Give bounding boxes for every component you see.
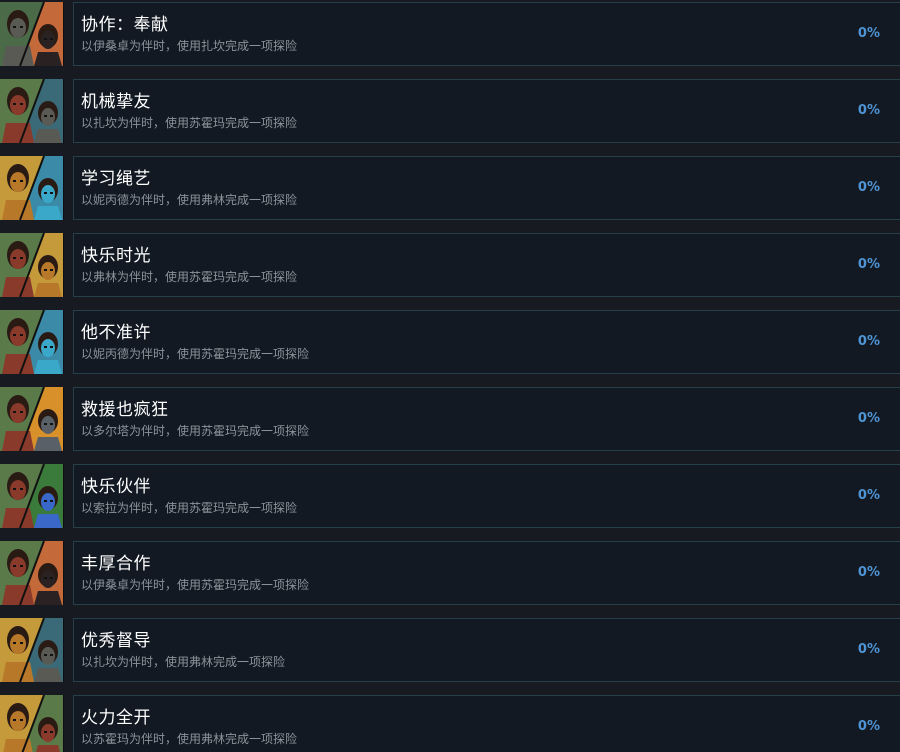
achievement-row[interactable]: 学习绳艺以妮丙德为伴时，使用弗林完成一项探险 0% bbox=[0, 156, 900, 222]
unlock-percentage: 0% bbox=[857, 180, 880, 195]
achievement-card: 丰厚合作以伊桑卓为伴时，使用苏霍玛完成一项探险 0% bbox=[73, 541, 900, 605]
achievement-card: 救援也疯狂以多尔塔为伴时，使用苏霍玛完成一项探险 0% bbox=[73, 387, 900, 451]
achievement-card: 机械挚友以扎坎为伴时，使用苏霍玛完成一项探险 0% bbox=[73, 79, 900, 143]
achievement-row[interactable]: 机械挚友以扎坎为伴时，使用苏霍玛完成一项探险 0% bbox=[0, 79, 900, 145]
unlock-percentage: 0% bbox=[857, 719, 880, 734]
achievement-title: 协作：奉献 bbox=[81, 15, 169, 35]
unlock-percentage: 0% bbox=[857, 257, 880, 272]
achievement-description: 以伊桑卓为伴时，使用扎坎完成一项探险 bbox=[81, 39, 298, 53]
achievement-title: 救援也疯狂 bbox=[81, 400, 169, 420]
achievement-description: 以扎坎为伴时，使用苏霍玛完成一项探险 bbox=[81, 116, 298, 130]
achievement-description: 以伊桑卓为伴时，使用苏霍玛完成一项探险 bbox=[81, 578, 310, 592]
unlock-percentage: 0% bbox=[857, 411, 880, 426]
achievement-title: 机械挚友 bbox=[81, 92, 151, 112]
achievement-description: 以多尔塔为伴时，使用苏霍玛完成一项探险 bbox=[81, 424, 310, 438]
suhoma-flynn-portrait-icon bbox=[0, 233, 64, 297]
suhoma-zakan-portrait-icon bbox=[0, 79, 64, 143]
achievement-row[interactable]: 他不准许以妮丙德为伴时，使用苏霍玛完成一项探险 0% bbox=[0, 310, 900, 376]
achievement-description: 以妮丙德为伴时，使用弗林完成一项探险 bbox=[81, 193, 298, 207]
achievement-card: 他不准许以妮丙德为伴时，使用苏霍玛完成一项探险 0% bbox=[73, 310, 900, 374]
achievement-title: 优秀督导 bbox=[81, 631, 151, 651]
flynn-suhoma-portrait-icon bbox=[0, 695, 64, 752]
suhoma-nibide-portrait-icon bbox=[0, 310, 64, 374]
unlock-percentage: 0% bbox=[857, 642, 880, 657]
achievement-title: 丰厚合作 bbox=[81, 554, 151, 574]
achievement-card: 快乐伙伴以索拉为伴时，使用苏霍玛完成一项探险 0% bbox=[73, 464, 900, 528]
achievement-title: 快乐伙伴 bbox=[81, 477, 151, 497]
achievement-card: 火力全开以苏霍玛为伴时，使用弗林完成一项探险 0% bbox=[73, 695, 900, 752]
unlock-percentage: 0% bbox=[857, 26, 880, 41]
achievement-card: 快乐时光以弗林为伴时，使用苏霍玛完成一项探险 0% bbox=[73, 233, 900, 297]
achievement-row[interactable]: 丰厚合作以伊桑卓为伴时，使用苏霍玛完成一项探险 0% bbox=[0, 541, 900, 607]
achievement-description: 以苏霍玛为伴时，使用弗林完成一项探险 bbox=[81, 732, 298, 746]
suhoma-isandra-portrait-icon bbox=[0, 541, 64, 605]
achievement-card: 优秀督导以扎坎为伴时，使用弗林完成一项探险 0% bbox=[73, 618, 900, 682]
achievement-description: 以妮丙德为伴时，使用苏霍玛完成一项探险 bbox=[81, 347, 310, 361]
achievement-description: 以索拉为伴时，使用苏霍玛完成一项探险 bbox=[81, 501, 298, 515]
achievement-row[interactable]: 快乐时光以弗林为伴时，使用苏霍玛完成一项探险 0% bbox=[0, 233, 900, 299]
unlock-percentage: 0% bbox=[857, 334, 880, 349]
achievement-row[interactable]: 优秀督导以扎坎为伴时，使用弗林完成一项探险 0% bbox=[0, 618, 900, 684]
unlock-percentage: 0% bbox=[857, 488, 880, 503]
achievement-title: 火力全开 bbox=[81, 708, 151, 728]
zakan-isandra-portrait-icon bbox=[0, 2, 64, 66]
achievement-card: 协作：奉献以伊桑卓为伴时，使用扎坎完成一项探险 0% bbox=[73, 2, 900, 66]
achievement-card: 学习绳艺以妮丙德为伴时，使用弗林完成一项探险 0% bbox=[73, 156, 900, 220]
achievement-title: 他不准许 bbox=[81, 323, 151, 343]
flynn-nibide-portrait-icon bbox=[0, 156, 64, 220]
achievement-row[interactable]: 救援也疯狂以多尔塔为伴时，使用苏霍玛完成一项探险 0% bbox=[0, 387, 900, 453]
achievement-row[interactable]: 火力全开以苏霍玛为伴时，使用弗林完成一项探险 0% bbox=[0, 695, 900, 752]
achievement-title: 学习绳艺 bbox=[81, 169, 151, 189]
achievement-description: 以弗林为伴时，使用苏霍玛完成一项探险 bbox=[81, 270, 298, 284]
unlock-percentage: 0% bbox=[857, 565, 880, 580]
achievement-list: 协作：奉献 以伊桑卓为伴时，使用扎坎完成一项探险 0% 机械挚友 以扎坎为伴时，使用苏霍… bbox=[0, 0, 900, 752]
achievement-title: 快乐时光 bbox=[81, 246, 151, 266]
achievement-description: 以扎坎为伴时，使用弗林完成一项探险 bbox=[81, 655, 286, 669]
unlock-percentage: 0% bbox=[857, 103, 880, 118]
suhoma-sora-portrait-icon bbox=[0, 464, 64, 528]
achievement-row[interactable]: 协作：奉献以伊桑卓为伴时，使用扎坎完成一项探险 0% bbox=[0, 2, 900, 68]
flynn-zakan-portrait-icon bbox=[0, 618, 64, 682]
suhoma-dorta-portrait-icon bbox=[0, 387, 64, 451]
achievement-row[interactable]: 快乐伙伴以索拉为伴时，使用苏霍玛完成一项探险 0% bbox=[0, 464, 900, 530]
